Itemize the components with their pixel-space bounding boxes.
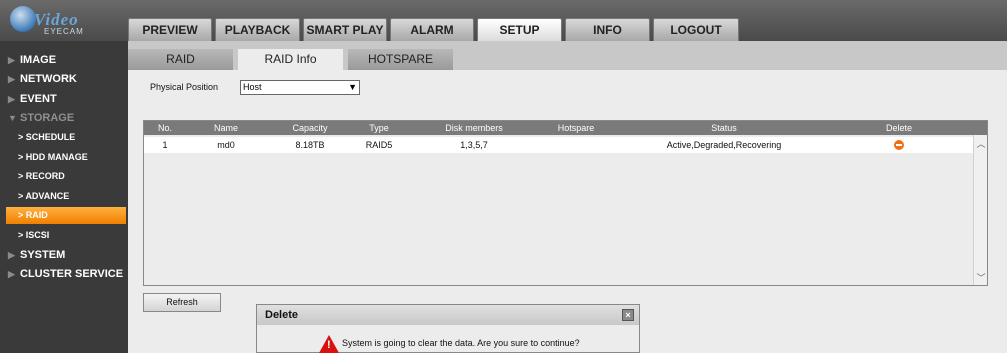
tab-setup[interactable]: SETUP [477, 18, 562, 41]
sidebar-item-label: HDD MANAGE [25, 152, 88, 162]
sidebar-item-label: IMAGE [20, 54, 57, 66]
cell-no: 1 [162, 140, 168, 150]
sidebar-item-label: EVENT [20, 93, 57, 105]
header-hotspare: Hotspare [557, 123, 595, 133]
sidebar-item-system[interactable]: ▶ SYSTEM [6, 246, 126, 264]
sidebar-item-label: CLUSTER SERVICE [20, 268, 124, 280]
delete-dialog: Delete × ! System is going to clear the … [256, 304, 640, 353]
sub-tabs: RAID RAID Info HOTSPARE [128, 49, 458, 70]
refresh-button[interactable]: Refresh [143, 293, 221, 312]
tab-smart-play[interactable]: SMART PLAY [303, 18, 387, 41]
sidebar-item-label: ISCSI [25, 230, 50, 240]
triangle-right-icon: ▶ [8, 269, 15, 279]
sidebar-item-label: RAID [25, 210, 48, 220]
tab-logout[interactable]: LOGOUT [653, 18, 739, 41]
tab-info[interactable]: INFO [565, 18, 650, 41]
chevron-right-icon: > [18, 132, 24, 142]
cell-delete [874, 137, 924, 153]
sidebar-sub-hdd-manage[interactable]: > HDD MANAGE [6, 149, 126, 166]
scroll-up-icon[interactable]: ︿ [975, 137, 987, 149]
subtab-raid[interactable]: RAID [128, 49, 233, 70]
sidebar-item-label: RECORD [25, 171, 65, 181]
dialog-title-bar: Delete × [257, 305, 639, 325]
chevron-right-icon: > [18, 152, 24, 162]
chevron-down-icon: ▼ [348, 82, 357, 92]
header-delete: Delete [885, 123, 912, 133]
chevron-right-icon: > [18, 191, 24, 201]
triangle-down-icon: ▼ [8, 113, 17, 123]
table-row[interactable]: 1 md0 8.18TB RAID5 1,3,5,7 Active,Degrad… [144, 137, 973, 153]
header-capacity: Capacity [292, 123, 328, 133]
cell-type: RAID5 [365, 140, 393, 150]
tab-playback[interactable]: PLAYBACK [215, 18, 300, 41]
brand-logo: Video EYECAM [6, 4, 106, 38]
physical-position-label: Physical Position [150, 82, 219, 92]
chevron-right-icon: > [18, 210, 24, 220]
sidebar-sub-record[interactable]: > RECORD [6, 168, 126, 185]
sidebar-sub-iscsi[interactable]: > ISCSI [6, 227, 126, 244]
main-tabs: PREVIEW PLAYBACK SMART PLAY ALARM SETUP … [128, 18, 742, 41]
cell-status: Active,Degraded,Recovering [666, 140, 782, 150]
sidebar-item-storage[interactable]: ▼ STORAGE [6, 109, 126, 127]
tab-preview[interactable]: PREVIEW [128, 18, 212, 41]
header-name: Name [213, 123, 238, 133]
sidebar-item-label: NETWORK [20, 73, 77, 85]
sidebar: ▶ IMAGE ▶ NETWORK ▶ EVENT ▼ STORAGE > SCHEDU… [0, 41, 128, 353]
scroll-down-icon[interactable]: ﹀ [975, 271, 987, 283]
cell-name: md0 [217, 140, 235, 150]
table-scrollbar[interactable]: ︿ ﹀ [973, 135, 987, 285]
sidebar-sub-schedule[interactable]: > SCHEDULE [6, 129, 126, 146]
warning-icon: ! [319, 335, 339, 353]
sidebar-item-image[interactable]: ▶ IMAGE [6, 51, 126, 69]
sidebar-item-label: SCHEDULE [25, 132, 76, 142]
tab-alarm[interactable]: ALARM [390, 18, 474, 41]
chevron-right-icon: > [18, 171, 24, 181]
physical-position-select[interactable]: Host ▼ [240, 80, 360, 95]
header-no: No. [157, 123, 172, 133]
dialog-title: Delete [265, 309, 299, 321]
logo-orb-icon [10, 6, 36, 32]
sidebar-item-network[interactable]: ▶ NETWORK [6, 70, 126, 88]
cell-disk-members: 1,3,5,7 [460, 140, 488, 150]
close-icon[interactable]: × [622, 309, 634, 321]
table-header: No. Name Capacity Type Disk members Hots… [144, 121, 987, 135]
dialog-message: System is going to clear the data. Are y… [342, 338, 580, 348]
subtab-hotspare[interactable]: HOTSPARE [348, 49, 453, 70]
sidebar-item-label: ADVANCE [25, 191, 70, 201]
triangle-right-icon: ▶ [8, 55, 15, 65]
triangle-right-icon: ▶ [8, 94, 15, 104]
sidebar-item-label: STORAGE [20, 112, 75, 124]
cell-capacity: 8.18TB [295, 140, 325, 150]
top-bar: Video EYECAM PREVIEW PLAYBACK SMART PLAY… [0, 0, 1007, 41]
triangle-right-icon: ▶ [8, 74, 15, 84]
header-type: Type [369, 123, 389, 133]
header-status: Status [711, 123, 737, 133]
logo-subword: EYECAM [44, 27, 84, 36]
subtab-raid-info[interactable]: RAID Info [238, 49, 343, 70]
delete-icon[interactable] [894, 140, 904, 150]
chevron-right-icon: > [18, 230, 24, 240]
physical-position-value: Host [243, 82, 262, 92]
sidebar-item-event[interactable]: ▶ EVENT [6, 90, 126, 108]
header-disk-members: Disk members [445, 123, 503, 133]
triangle-right-icon: ▶ [8, 250, 15, 260]
sidebar-item-label: SYSTEM [20, 249, 66, 261]
raid-table: No. Name Capacity Type Disk members Hots… [143, 120, 988, 286]
sidebar-sub-raid[interactable]: > RAID [6, 207, 126, 224]
sidebar-item-cluster-service[interactable]: ▶ CLUSTER SERVICE [6, 265, 126, 283]
sidebar-sub-advance[interactable]: > ADVANCE [6, 188, 126, 205]
